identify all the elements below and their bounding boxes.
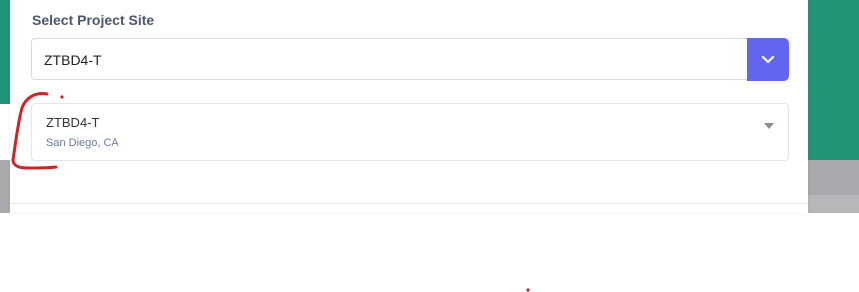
chevron-down-icon: [761, 55, 775, 63]
site-option-name: ZTBD4-T: [46, 115, 100, 130]
project-site-select[interactable]: ZTBD4-T: [31, 38, 747, 80]
caret-down-icon[interactable]: [764, 123, 774, 129]
field-label: Select Project Site: [32, 12, 155, 28]
site-option[interactable]: ZTBD4-T San Diego, CA: [31, 103, 789, 161]
selected-value: ZTBD4-T: [44, 52, 102, 68]
site-option-location: San Diego, CA: [46, 137, 119, 149]
dropdown-toggle-button[interactable]: [747, 38, 789, 81]
background-overlay-edge: [808, 195, 859, 213]
dialog-divider: [10, 203, 808, 204]
background-side: [808, 0, 859, 160]
annotation-dot: [526, 288, 530, 292]
select-project-site-dialog: Select Project Site ZTBD4-T ZTBD4-T San …: [10, 0, 808, 213]
